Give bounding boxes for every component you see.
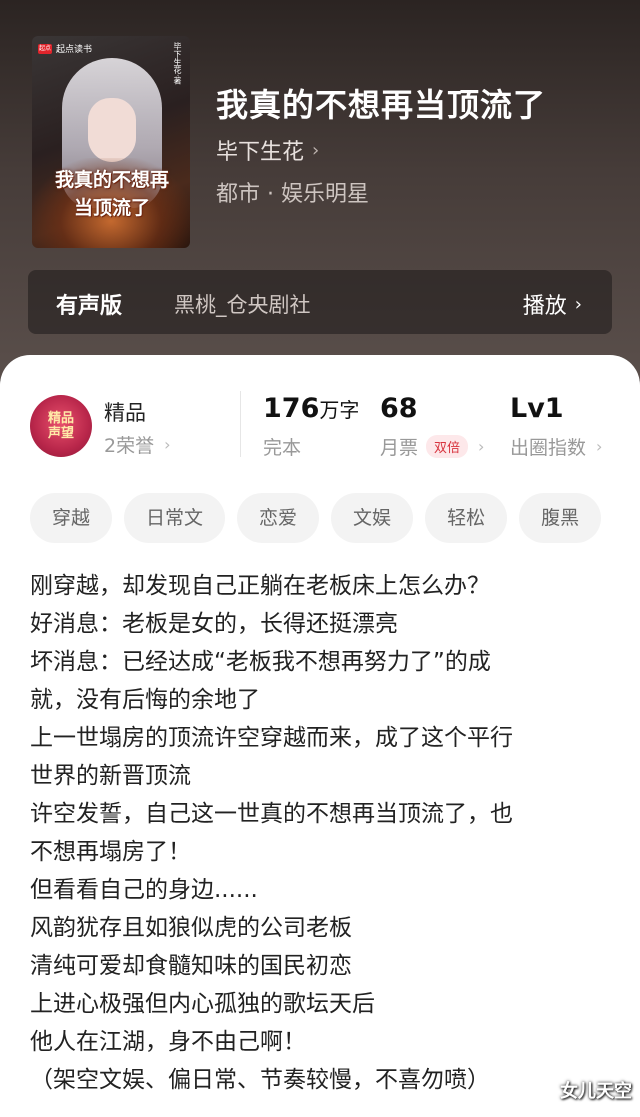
description-line: 风韵犹存且如狼似虎的公司老板 bbox=[30, 915, 352, 941]
tag-chip[interactable]: 腹黑 bbox=[519, 493, 602, 543]
description-line: 刚穿越，却发现自己正躺在老板床上怎么办？ bbox=[30, 573, 490, 599]
author-link[interactable]: 毕下生花 › bbox=[216, 134, 319, 166]
description-line: 上一世塌房的顶流许空穿越而来，成了这个平行 bbox=[30, 725, 513, 751]
cover-title-line1: 我真的不想再 bbox=[54, 169, 169, 191]
description-line: 坏消息：已经达成“老板我不想再努力了”的成 bbox=[30, 649, 491, 675]
monthly-tickets-label: 月票 bbox=[380, 437, 419, 459]
completion-status: 完本 bbox=[263, 437, 302, 459]
description-line: 世界的新晋顶流 bbox=[30, 763, 191, 789]
description-line: 许空发誓，自己这一世真的不想再当顶流了，也 bbox=[30, 801, 513, 827]
cover-art-face bbox=[88, 98, 136, 162]
badge-title: 精品 bbox=[104, 401, 146, 425]
divider bbox=[240, 391, 241, 457]
tag-chip[interactable]: 文娱 bbox=[331, 493, 414, 543]
description-line: 不想再塌房了！ bbox=[30, 839, 191, 865]
monthly-tickets-value: 68 bbox=[380, 393, 418, 424]
honors-link[interactable]: 2荣誉 › bbox=[104, 431, 171, 458]
tag-chip[interactable]: 穿越 bbox=[30, 493, 113, 543]
word-count-unit: 万字 bbox=[319, 398, 360, 422]
description-line: （架空文娱、偏日常、节奏较慢，不喜勿喷） bbox=[30, 1067, 490, 1093]
book-info-panel: 精品 声望 精品 2荣誉 › 176万字 完本 68 月票 双倍 › Lv1 出圈… bbox=[0, 355, 640, 1117]
description-line: 他人在江湖，身不由己啊！ bbox=[30, 1029, 306, 1055]
book-header: 起点 起点读书 毕下生花·著 我真的不想再 当顶流了 我真的不想再当顶流了 毕下… bbox=[0, 0, 640, 380]
honors-count: 2荣誉 bbox=[104, 435, 155, 457]
book-category: 都市 · 娱乐明星 bbox=[216, 182, 369, 207]
chevron-right-icon: › bbox=[164, 435, 171, 454]
cover-author: 毕下生花·著 bbox=[173, 42, 182, 85]
audio-label: 有声版 bbox=[56, 294, 123, 319]
monthly-tickets-link[interactable]: 月票 双倍 › bbox=[380, 433, 484, 460]
chevron-right-icon: › bbox=[574, 293, 582, 315]
tag-chip[interactable]: 恋爱 bbox=[237, 493, 320, 543]
publisher-logo-icon: 起点 bbox=[38, 43, 52, 54]
book-cover[interactable]: 起点 起点读书 毕下生花·著 我真的不想再 当顶流了 bbox=[32, 36, 190, 248]
chevron-right-icon: › bbox=[312, 139, 320, 161]
play-button[interactable]: 播放 › bbox=[523, 288, 582, 320]
tag-chip[interactable]: 日常文 bbox=[124, 493, 226, 543]
word-count-value: 176 bbox=[263, 393, 320, 424]
tag-chip[interactable]: 轻松 bbox=[425, 493, 508, 543]
popularity-index-label: 出圈指数 bbox=[510, 437, 587, 459]
cover-title: 我真的不想再 当顶流了 bbox=[42, 166, 182, 222]
badge-icon-text: 精品 声望 bbox=[47, 411, 74, 441]
play-label: 播放 bbox=[522, 294, 567, 319]
description-line: 好消息：老板是女的，长得还挺漂亮 bbox=[30, 611, 398, 637]
level-value: Lv1 bbox=[510, 393, 564, 424]
audio-studio: 黑桃_仓央剧社 bbox=[174, 293, 311, 317]
description-line: 但看看自己的身边...... bbox=[30, 877, 258, 903]
chevron-right-icon: › bbox=[596, 437, 603, 456]
description-line: 清纯可爱却食髓知味的国民初恋 bbox=[30, 953, 352, 979]
watermark: 女儿天空 bbox=[560, 1081, 632, 1102]
double-tag: 双倍 bbox=[426, 435, 469, 458]
tag-list: 穿越 日常文 恋爱 文娱 轻松 腹黑 bbox=[30, 493, 602, 543]
description-line: 上进心极强但内心孤独的歌坛天后 bbox=[30, 991, 375, 1017]
book-description: 刚穿越，却发现自己正躺在老板床上怎么办？ 好消息：老板是女的，长得还挺漂亮 坏消… bbox=[30, 567, 610, 1099]
cover-title-line2: 当顶流了 bbox=[73, 197, 150, 219]
description-line: 就，没有后悔的余地了 bbox=[30, 687, 260, 713]
book-title: 我真的不想再当顶流了 bbox=[216, 86, 547, 124]
audio-version-bar[interactable]: 有声版 黑桃_仓央剧社 播放 › bbox=[28, 270, 612, 334]
word-count: 176万字 bbox=[263, 393, 359, 424]
cover-publisher: 起点 起点读书 bbox=[38, 42, 92, 55]
chevron-right-icon: › bbox=[478, 437, 485, 456]
quality-badge-icon[interactable]: 精品 声望 bbox=[30, 395, 92, 457]
publisher-name: 起点读书 bbox=[56, 45, 93, 55]
author-name: 毕下生花 bbox=[216, 140, 305, 165]
popularity-index-link[interactable]: 出圈指数 › bbox=[510, 433, 602, 460]
